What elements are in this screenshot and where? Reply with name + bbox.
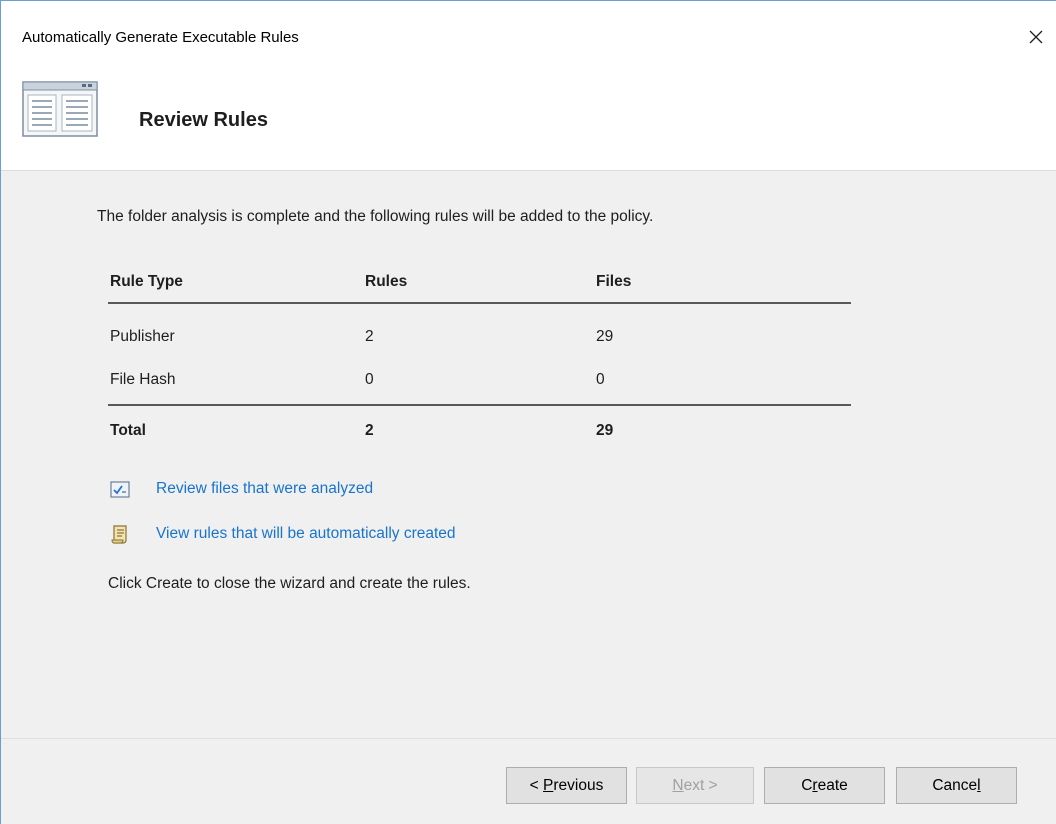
create-before: C	[801, 776, 813, 794]
rules-summary-table: Rule Type Rules Files Publisher 2 29 Fil…	[108, 262, 851, 452]
files-count-cell: 29	[596, 328, 614, 345]
table-header-row: Rule Type Rules Files	[108, 262, 851, 302]
cancel-button[interactable]: Cance l	[896, 767, 1017, 804]
table-row: Publisher 2 29	[108, 304, 851, 360]
wizard-window: Automatically Generate Executable Rules	[0, 0, 1056, 824]
total-label: Total	[110, 422, 146, 439]
scroll-icon	[108, 522, 132, 546]
view-rules-link-row: View rules that will be automatically cr…	[108, 522, 456, 546]
total-files: 29	[596, 422, 614, 439]
column-header-files: Files	[596, 273, 632, 290]
column-header-rule-type: Rule Type	[110, 273, 183, 290]
instruction-text: Click Create to close the wizard and cre…	[108, 575, 471, 592]
close-button[interactable]	[1016, 19, 1056, 55]
next-rest: ext >	[683, 776, 718, 794]
column-header-rules: Rules	[365, 273, 408, 290]
table-row: File Hash 0 0	[108, 360, 851, 404]
rule-type-cell: Publisher	[110, 328, 175, 345]
window-title: Automatically Generate Executable Rules	[22, 29, 299, 46]
review-files-link[interactable]: Review files that were analyzed	[156, 480, 373, 498]
create-rest: eate	[817, 776, 848, 794]
review-files-link-row: Review files that were analyzed	[108, 477, 373, 501]
next-mnemonic: N	[672, 776, 684, 794]
previous-rest: revious	[553, 776, 604, 794]
next-button[interactable]: Next >	[636, 767, 754, 804]
intro-text: The folder analysis is complete and the …	[97, 208, 654, 225]
cancel-before: Cance	[932, 776, 978, 794]
page-title: Review Rules	[139, 109, 268, 131]
previous-button[interactable]: < Previous	[506, 767, 627, 804]
cancel-mnemonic: l	[977, 776, 981, 794]
content-area: The folder analysis is complete and the …	[1, 172, 1056, 738]
page-header: Review Rules	[1, 71, 1056, 171]
create-button[interactable]: Cr eate	[764, 767, 885, 804]
rules-count-cell: 2	[365, 328, 374, 345]
rule-type-cell: File Hash	[110, 371, 176, 388]
previous-mnemonic: P	[543, 776, 554, 794]
files-count-cell: 0	[596, 371, 605, 388]
button-bar: < Previous Next > Cr eate Cance l	[1, 738, 1056, 824]
title-bar: Automatically Generate Executable Rules	[1, 1, 1056, 71]
view-rules-link[interactable]: View rules that will be automatically cr…	[156, 525, 456, 543]
total-rules: 2	[365, 422, 374, 439]
close-icon	[1029, 30, 1043, 44]
previous-prefix: <	[529, 776, 544, 794]
checklist-icon	[108, 477, 132, 501]
rules-count-cell: 0	[365, 371, 374, 388]
table-total-row: Total 2 29	[108, 406, 851, 452]
wizard-page-icon	[22, 81, 98, 137]
